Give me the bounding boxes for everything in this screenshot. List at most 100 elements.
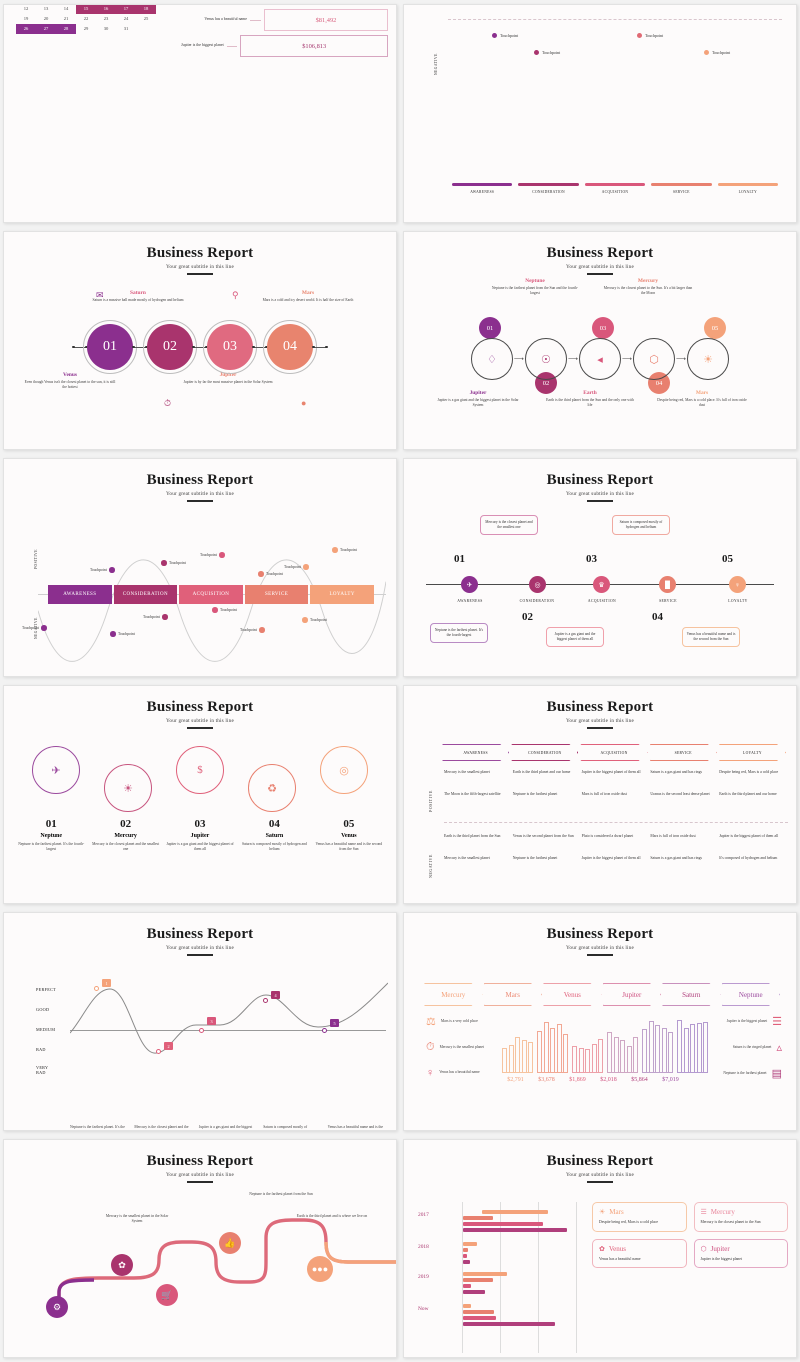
info-card-jupiter[interactable]: ⬡ Jupiter Jupiter is the biggest planet: [693, 1238, 788, 1268]
info-card-venus[interactable]: ✿ Venus Venus has a beautiful name: [592, 1238, 687, 1268]
stage-consideration[interactable]: CONSIDERATION: [113, 585, 178, 604]
calendar-day-selected[interactable]: 28: [56, 23, 76, 34]
stage-awareness[interactable]: AWARENESS: [48, 585, 112, 604]
bulb-icon[interactable]: ☀: [687, 338, 730, 380]
dollar-icon[interactable]: $: [176, 746, 224, 794]
calendar-day-selected[interactable]: 27: [36, 23, 56, 34]
info-card-mercury[interactable]: ☰ Mercury Mercury is the closest planet …: [693, 1202, 788, 1232]
slide-thumbnail-line-chart[interactable]: Business Report Your great subtitle in t…: [3, 912, 397, 1131]
slide-thumbnail-calendar-funnel[interactable]: January Su Mo Tu We Th Fr Sa 1 2: [3, 4, 397, 223]
chevron-saturn[interactable]: Saturn: [662, 983, 721, 1006]
gantt-bar: [463, 1222, 543, 1226]
calendar-day[interactable]: 30: [96, 24, 116, 34]
data-point[interactable]: [322, 1028, 327, 1033]
step-badge[interactable]: 01: [479, 317, 501, 339]
chart-icon[interactable]: █: [659, 576, 676, 593]
calendar-day[interactable]: 24: [116, 14, 136, 24]
chevron-venus[interactable]: Venus: [543, 983, 602, 1006]
slide-thumbnail-touchpoint-bars[interactable]: NEGATIVE Touchpoint Touchpoint Touchpoin…: [403, 4, 797, 223]
item-caption: 02 Mercury Mercury is the closest planet…: [88, 818, 162, 853]
column-header-acquisition[interactable]: ACQUISITION: [580, 744, 647, 761]
settings-icon[interactable]: ✿: [111, 1254, 133, 1276]
calendar-day[interactable]: 14: [56, 5, 76, 14]
stage-item[interactable]: SERVICE: [651, 183, 712, 194]
table-cell: Jupiter is the biggest planet of them al…: [719, 834, 779, 838]
step-badge[interactable]: 05: [704, 317, 726, 339]
stage-item[interactable]: CONSIDERATION: [518, 183, 579, 194]
column-header-service[interactable]: SERVICE: [650, 744, 717, 761]
timeline-node[interactable]: 02: [143, 320, 197, 374]
bulb-icon[interactable]: ♀: [729, 576, 746, 593]
target-icon[interactable]: ◎: [529, 576, 546, 593]
negative-row-1: Earth is the third planet from the Sun V…: [444, 834, 788, 840]
table-cell: Venus is the second planet from the Sun: [512, 834, 574, 838]
chevron-mars[interactable]: Mars: [484, 983, 543, 1006]
rocket-icon[interactable]: ✈: [32, 746, 80, 794]
recycle-icon[interactable]: ♻: [248, 764, 296, 812]
item-number: 03: [194, 818, 206, 830]
card-header: ☀ Mars: [599, 1208, 680, 1216]
slide-thumbnail-roadmap[interactable]: Business Report Your great subtitle in t…: [3, 1139, 397, 1358]
trophy-icon[interactable]: ♛: [593, 576, 610, 593]
calendar-day[interactable]: 23: [96, 14, 116, 24]
data-point[interactable]: [199, 1028, 204, 1033]
stage-item[interactable]: AWARENESS: [452, 183, 513, 194]
slide-thumbnail-arrow-circles[interactable]: Business Report Your great subtitle in t…: [3, 685, 397, 904]
step-badge[interactable]: 03: [592, 317, 614, 339]
calendar-day-selected[interactable]: 16: [96, 5, 116, 14]
negative-row-2: Mercury is the smallest planet Neptune i…: [444, 856, 788, 862]
slide-thumbnail-journey-wave[interactable]: Business Report Your great subtitle in t…: [3, 458, 397, 677]
data-point[interactable]: [94, 986, 99, 991]
timeline-node[interactable]: 04: [263, 320, 317, 374]
calendar-day[interactable]: 31: [116, 24, 136, 34]
people-icon[interactable]: ♢: [470, 338, 513, 380]
target-icon[interactable]: ◎: [320, 746, 368, 794]
slide-thumbnail-circle-timeline[interactable]: Business Report Your great subtitle in t…: [3, 231, 397, 450]
gear-icon[interactable]: ⚙: [46, 1296, 68, 1318]
calendar-day[interactable]: 20: [36, 14, 56, 24]
chevron-neptune[interactable]: Neptune: [722, 983, 781, 1006]
column-header-awareness[interactable]: AWARENESS: [442, 744, 509, 761]
calendar-day[interactable]: 29: [76, 24, 96, 34]
calendar-day[interactable]: 21: [56, 14, 76, 24]
bulb-icon[interactable]: ☀: [104, 764, 152, 812]
globe-icon[interactable]: ☉: [524, 338, 567, 380]
slide-thumbnail-milestone-timeline[interactable]: Business Report Your great subtitle in t…: [403, 458, 797, 677]
touchpoint-label: Touchpoint: [310, 617, 327, 622]
calendar-day-selected[interactable]: 26: [16, 23, 36, 34]
calendar-day[interactable]: 22: [76, 14, 96, 24]
info-card-mars[interactable]: ☀ Mars Despite being red, Mars is a cold…: [592, 1202, 687, 1232]
calendar-day[interactable]: 12: [16, 5, 36, 14]
gantt-bar: [463, 1242, 477, 1246]
cart-icon[interactable]: 🛒: [156, 1284, 178, 1306]
column-header-loyalty[interactable]: LOYALTY: [719, 744, 786, 761]
stage-loyalty[interactable]: LOYALTY: [310, 585, 374, 604]
calendar-day[interactable]: 13: [36, 5, 56, 14]
column-header-consideration[interactable]: CONSIDERATION: [511, 744, 578, 761]
rocket-icon[interactable]: ✈: [461, 576, 478, 593]
stage-service[interactable]: SERVICE: [244, 585, 309, 604]
megaphone-icon[interactable]: ◂: [579, 338, 621, 380]
step-text: Jupiter is a gas giant and the biggest p…: [198, 1125, 253, 1129]
timeline-node[interactable]: 01: [83, 320, 137, 374]
calendar-day-selected[interactable]: 15: [76, 5, 96, 14]
data-point[interactable]: [263, 998, 268, 1003]
chat-icon[interactable]: ●●●: [307, 1256, 333, 1282]
timeline-node[interactable]: 03: [203, 320, 257, 374]
calendar-day[interactable]: 19: [16, 14, 36, 24]
dot-icon: [161, 560, 167, 566]
data-point[interactable]: [156, 1049, 161, 1054]
slide-thumbnail-chevron-table[interactable]: Business Report Your great subtitle in t…: [403, 685, 797, 904]
box-icon[interactable]: ⬡: [633, 338, 676, 380]
stage-item[interactable]: LOYALTY: [717, 183, 779, 194]
stage-item[interactable]: ACQUISITION: [584, 183, 646, 194]
chevron-mercury[interactable]: Mercury: [424, 983, 483, 1006]
card-desc: Jupiter is the biggest planet: [700, 1256, 743, 1261]
chevron-jupiter[interactable]: Jupiter: [603, 983, 662, 1006]
slide-thumbnail-chevron-barchart[interactable]: Business Report Your great subtitle in t…: [403, 912, 797, 1131]
thumbsup-icon[interactable]: 👍: [219, 1232, 241, 1254]
slide-thumbnail-ring-process[interactable]: Business Report Your great subtitle in t…: [403, 231, 797, 450]
calendar-day-selected[interactable]: 17: [116, 5, 136, 14]
stage-acquisition[interactable]: ACQUISITION: [179, 585, 243, 604]
slide-thumbnail-gantt-cards[interactable]: Business Report Your great subtitle in t…: [403, 1139, 797, 1358]
